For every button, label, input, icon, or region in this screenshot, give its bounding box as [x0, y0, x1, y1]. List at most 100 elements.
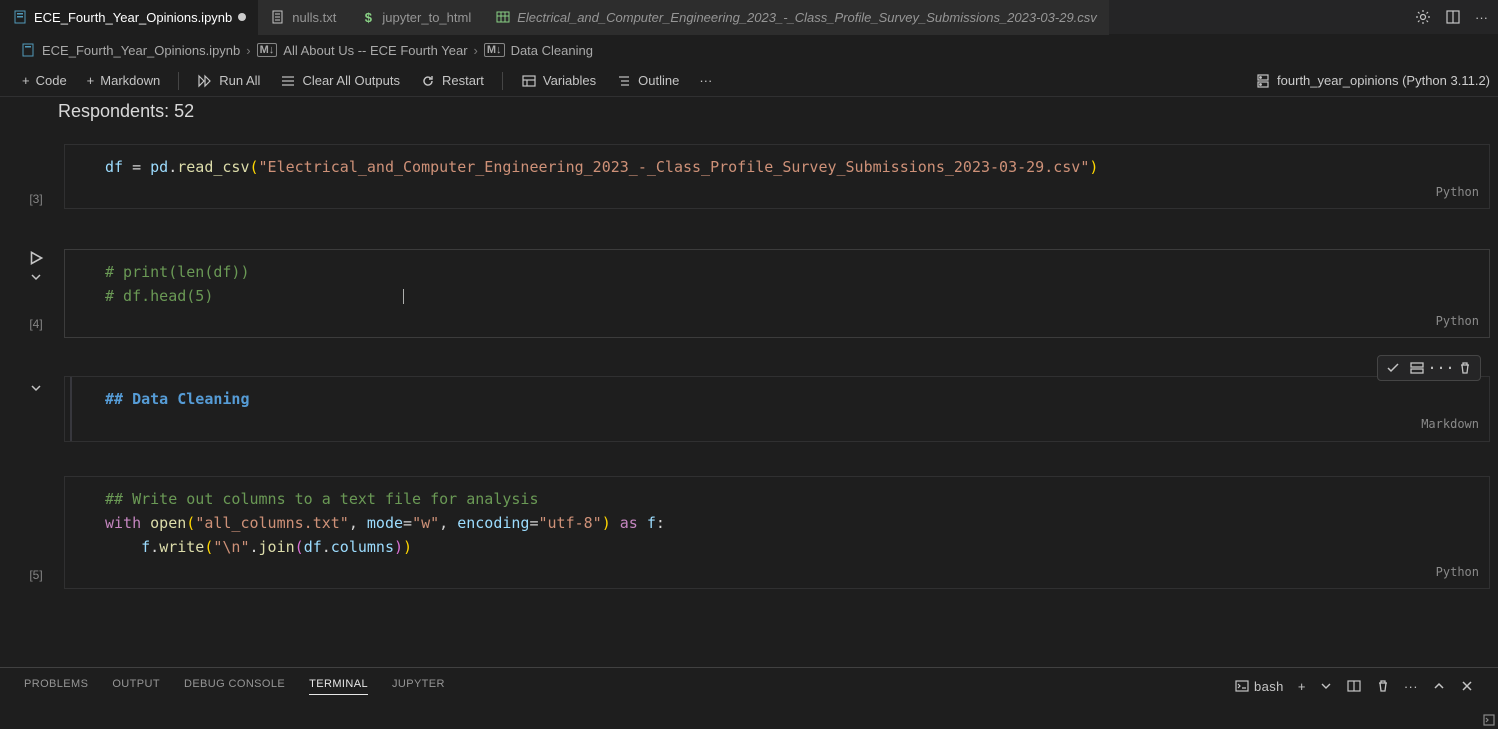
breadcrumb-subsection[interactable]: Data Cleaning [511, 43, 593, 58]
new-terminal-button[interactable]: + [1298, 679, 1306, 694]
breadcrumb-file[interactable]: ECE_Fourth_Year_Opinions.ipynb [42, 43, 240, 58]
kill-terminal-icon[interactable] [1376, 679, 1390, 693]
chevron-down-icon[interactable] [28, 380, 44, 396]
t: df [304, 538, 322, 556]
separator [178, 72, 179, 90]
kernel-picker[interactable]: fourth_year_opinions (Python 3.11.2) [1255, 73, 1490, 89]
tb-label: Outline [638, 73, 679, 88]
more-icon[interactable]: ··· [1404, 679, 1418, 694]
t [611, 514, 620, 532]
chevron-down-icon[interactable] [1320, 680, 1332, 692]
maximize-panel-icon[interactable] [1432, 679, 1446, 693]
section-heading: Respondents: 52 [8, 99, 1498, 124]
t: ) [602, 514, 611, 532]
gear-icon[interactable] [1415, 9, 1431, 25]
run-cell-icon[interactable] [27, 249, 45, 267]
token: = [123, 158, 150, 176]
tab-label: nulls.txt [292, 10, 336, 25]
cell-editor[interactable]: ··· ## Data Cleaning Markdown [64, 376, 1490, 441]
more-actions-button[interactable]: ··· [691, 71, 720, 90]
breadcrumb-section[interactable]: All About Us -- ECE Fourth Year [283, 43, 467, 58]
tab-label: ECE_Fourth_Year_Opinions.ipynb [34, 10, 232, 25]
bottom-panel: PROBLEMS OUTPUT DEBUG CONSOLE TERMINAL J… [0, 667, 1498, 729]
plus-icon: + [22, 73, 30, 88]
cell-editor[interactable]: ## Write out columns to a text file for … [64, 476, 1490, 589]
t: , [439, 514, 457, 532]
debug-console-tab[interactable]: DEBUG CONSOLE [184, 678, 285, 694]
token: ( [250, 158, 259, 176]
run-all-button[interactable]: Run All [189, 71, 268, 90]
t: "\n" [213, 538, 249, 556]
add-code-button[interactable]: + Code [14, 71, 75, 90]
variables-button[interactable]: Variables [513, 71, 604, 90]
restart-icon [420, 74, 436, 88]
cell-editor[interactable]: # print(len(df)) # df.head(5) Python [64, 249, 1490, 338]
split-terminal-icon[interactable] [1346, 679, 1362, 693]
tab-jupyter-html[interactable]: $ jupyter_to_html [348, 0, 483, 35]
t: . [322, 538, 331, 556]
split-cell-icon[interactable] [1406, 359, 1428, 377]
add-markdown-button[interactable]: + Markdown [79, 71, 169, 90]
restart-button[interactable]: Restart [412, 71, 492, 90]
tb-label: Code [36, 73, 67, 88]
cell-toolbar: ··· [1377, 355, 1481, 381]
token: ## Write out columns to a text file for … [105, 490, 538, 508]
cell-language[interactable]: Markdown [65, 411, 1489, 434]
tab-csv[interactable]: Electrical_and_Computer_Engineering_2023… [483, 0, 1109, 35]
tab-notebook[interactable]: ECE_Fourth_Year_Opinions.ipynb [0, 0, 258, 35]
split-editor-icon[interactable] [1445, 9, 1461, 25]
notebook-icon [12, 9, 28, 25]
t: with [105, 514, 141, 532]
plus-icon: + [87, 73, 95, 88]
markdown-cell: ··· ## Data Cleaning Markdown [8, 376, 1498, 441]
server-icon [1255, 73, 1271, 89]
outline-button[interactable]: Outline [608, 71, 687, 90]
jupyter-tab[interactable]: JUPYTER [392, 678, 445, 694]
close-panel-icon[interactable] [1460, 679, 1474, 693]
t: f [141, 538, 150, 556]
panel-tabs: PROBLEMS OUTPUT DEBUG CONSOLE TERMINAL J… [0, 668, 1498, 704]
cell-language[interactable]: Python [65, 179, 1489, 202]
tb-label: Markdown [100, 73, 160, 88]
tb-label: Run All [219, 73, 260, 88]
chevron-down-icon[interactable] [28, 269, 44, 285]
t: join [259, 538, 295, 556]
cell-editor[interactable]: df = pd.read_csv("Electrical_and_Compute… [64, 144, 1490, 209]
token: ## Data Cleaning [105, 390, 250, 408]
delete-icon[interactable] [1454, 359, 1476, 377]
t: "all_columns.txt" [195, 514, 349, 532]
t: write [159, 538, 204, 556]
accept-icon[interactable] [1382, 359, 1404, 377]
terminal-profile-button[interactable]: bash [1234, 679, 1284, 694]
t: . [150, 538, 159, 556]
execution-count: [3] [29, 192, 42, 206]
output-tab[interactable]: OUTPUT [112, 678, 160, 694]
t: "w" [412, 514, 439, 532]
t [638, 514, 647, 532]
file-icon [270, 9, 286, 25]
tab-nulls[interactable]: nulls.txt [258, 0, 348, 35]
notebook-toolbar: + Code + Markdown Run All Clear All Outp… [0, 65, 1498, 97]
tb-label: Restart [442, 73, 484, 88]
token: ) [1089, 158, 1098, 176]
panel-actions: bash + ··· [1234, 679, 1474, 694]
separator [502, 72, 503, 90]
variables-icon [521, 74, 537, 88]
code-cell: [4] # print(len(df)) # df.head(5) Python [8, 249, 1498, 338]
token: . [168, 158, 177, 176]
more-icon[interactable]: ··· [1430, 359, 1452, 377]
more-icon[interactable]: ··· [1475, 10, 1488, 25]
token: "Electrical_and_Computer_Engineering_202… [259, 158, 1090, 176]
t: columns [331, 538, 394, 556]
token: # df.head(5) [105, 287, 213, 305]
chevron-right-icon: › [474, 43, 478, 58]
clear-outputs-button[interactable]: Clear All Outputs [272, 71, 408, 90]
execution-count: [4] [29, 317, 42, 331]
terminal-tab[interactable]: TERMINAL [309, 678, 368, 695]
t: = [529, 514, 538, 532]
cell-language[interactable]: Python [65, 559, 1489, 582]
problems-tab[interactable]: PROBLEMS [24, 678, 88, 694]
cell-language[interactable]: Python [65, 308, 1489, 331]
notebook-icon [20, 42, 36, 58]
tab-label: Electrical_and_Computer_Engineering_2023… [517, 10, 1097, 25]
